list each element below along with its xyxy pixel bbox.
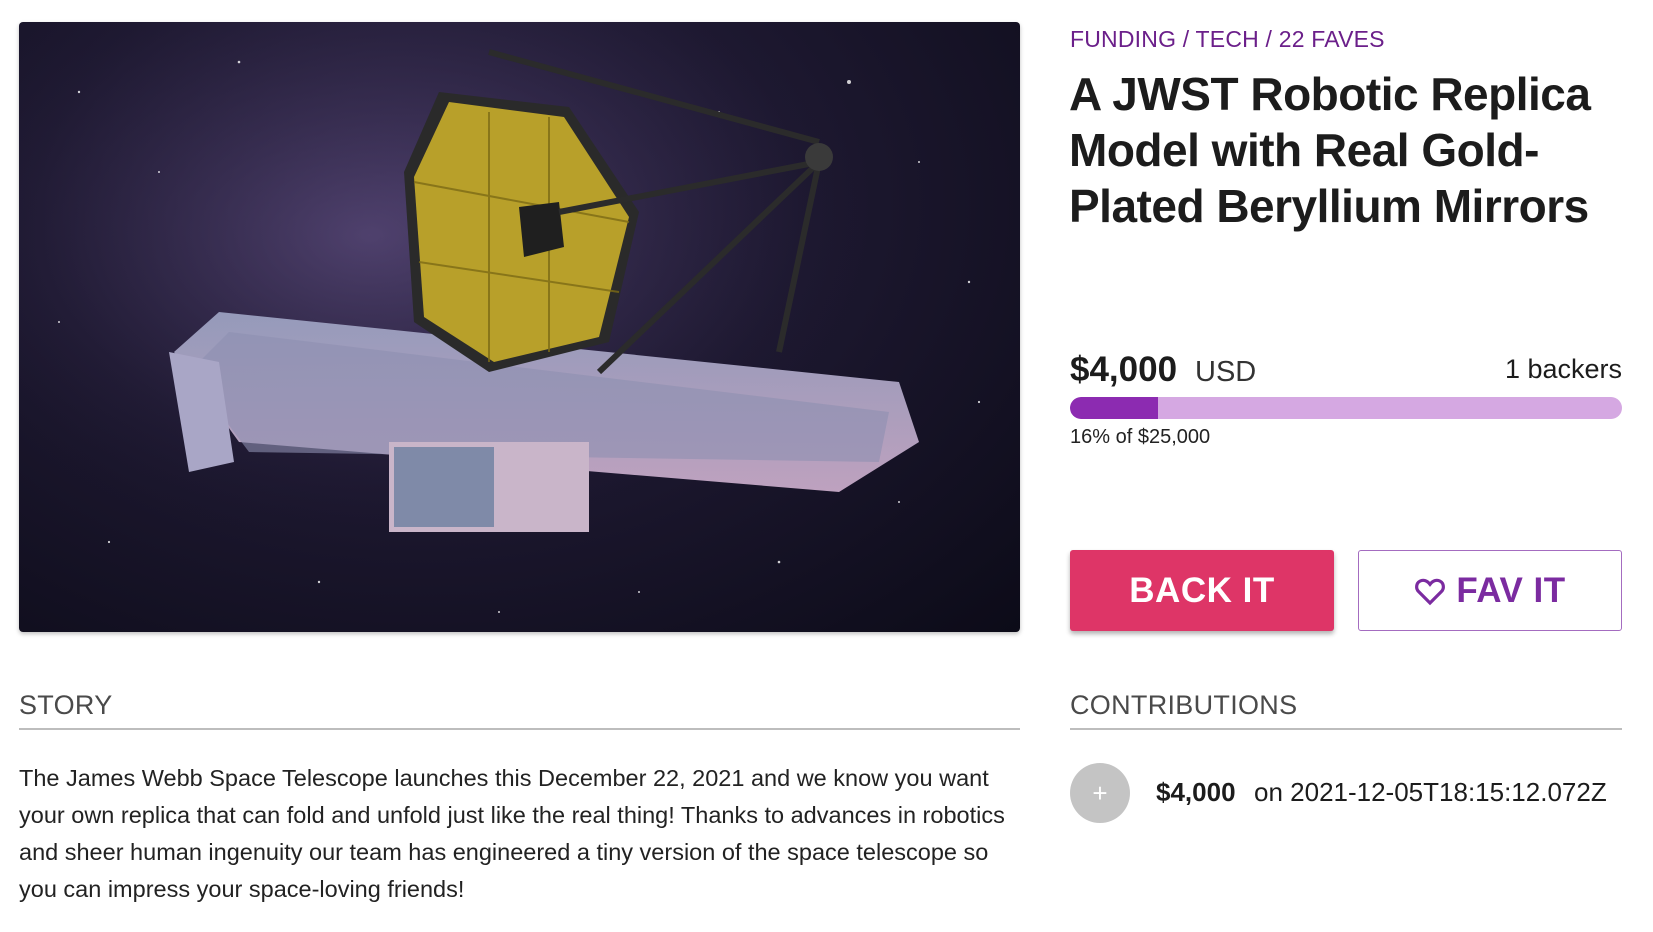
contribution-amount: $4,000 [1156, 777, 1236, 807]
contribution-item: + $4,000 on 2021-12-05T18:15:12.072Z [1070, 763, 1630, 823]
project-title: A JWST Robotic Replica Model with Real G… [1069, 68, 1591, 232]
contributions-heading: CONTRIBUTIONS [1070, 690, 1298, 720]
jwst-telescope-image [19, 22, 1020, 632]
funding-progress-text: 16% of $25,000 [1070, 426, 1211, 448]
fav-it-label: FAV IT [1456, 570, 1566, 610]
project-meta: FUNDING / TECH / 22 FAVES [1070, 26, 1385, 52]
contribution-date: on 2021-12-05T18:15:12.072Z [1254, 777, 1607, 807]
back-it-button[interactable]: BACK IT [1070, 550, 1334, 631]
contributions-divider [1070, 728, 1622, 730]
funding-summary: $4,000 USD 1 backers [1070, 350, 1622, 394]
funding-progress-fill [1070, 397, 1159, 419]
plus-icon: + [1070, 763, 1130, 823]
backers-count: 1 backers [1504, 354, 1622, 384]
story-divider [19, 728, 1020, 730]
heart-icon [1414, 576, 1446, 606]
story-text: The James Webb Space Telescope launches … [19, 765, 1005, 902]
project-image [19, 22, 1020, 632]
currency-label: USD [1195, 356, 1257, 388]
story-heading: STORY [19, 690, 113, 720]
funded-amount: $4,000 [1070, 350, 1178, 389]
funding-progress-bar [1070, 397, 1622, 419]
fav-it-button[interactable]: FAV IT [1358, 550, 1622, 631]
back-it-label: BACK IT [1129, 570, 1275, 610]
